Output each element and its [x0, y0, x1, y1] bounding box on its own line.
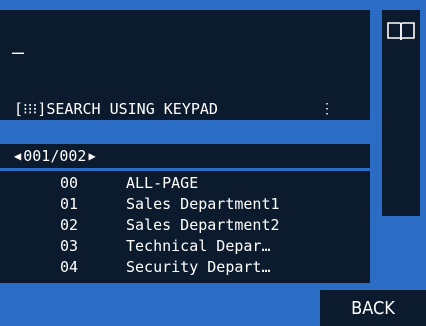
item-label: Sales Department2	[126, 215, 280, 234]
list-item[interactable]: 04 Security Depart…	[0, 256, 370, 277]
item-label: ALL-PAGE	[126, 173, 199, 192]
right-side-panel	[382, 10, 420, 216]
prev-page-arrow-icon[interactable]: ◀	[14, 149, 21, 163]
input-panel: – [⁝⁝⁝]SEARCH USING KEYPAD ⋮	[0, 10, 370, 120]
input-display: –	[12, 40, 25, 64]
search-keypad-row[interactable]: [⁝⁝⁝]SEARCH USING KEYPAD ⋮	[14, 98, 364, 120]
item-code: 01	[60, 194, 79, 213]
item-code: 02	[60, 215, 79, 234]
item-code: 00	[60, 173, 79, 192]
list-item[interactable]: 03 Technical Depar…	[0, 235, 370, 256]
department-list: 00 ALL-PAGE 01 Sales Department1 02 Sale…	[0, 171, 370, 283]
page-indicator-bar: ◀ 001/002 ▶	[0, 144, 370, 168]
pager: ◀ 001/002 ▶	[14, 147, 96, 165]
up-down-arrows-icon: ⋮	[320, 101, 334, 117]
list-item[interactable]: 00 ALL-PAGE	[0, 172, 370, 193]
item-label: Technical Depar…	[126, 236, 271, 255]
item-label: Sales Department1	[126, 194, 280, 213]
list-item[interactable]: 01 Sales Department1	[0, 193, 370, 214]
book-icon[interactable]	[386, 20, 416, 42]
item-code: 03	[60, 236, 79, 255]
search-keypad-label: [⁝⁝⁝]SEARCH USING KEYPAD	[14, 100, 218, 118]
item-code: 04	[60, 257, 79, 276]
page-number: 001/002	[23, 147, 87, 165]
item-label: Security Depart…	[126, 257, 271, 276]
back-button[interactable]: BACK	[320, 290, 426, 326]
list-item[interactable]: 02 Sales Department2	[0, 214, 370, 235]
next-page-arrow-icon[interactable]: ▶	[88, 149, 95, 163]
